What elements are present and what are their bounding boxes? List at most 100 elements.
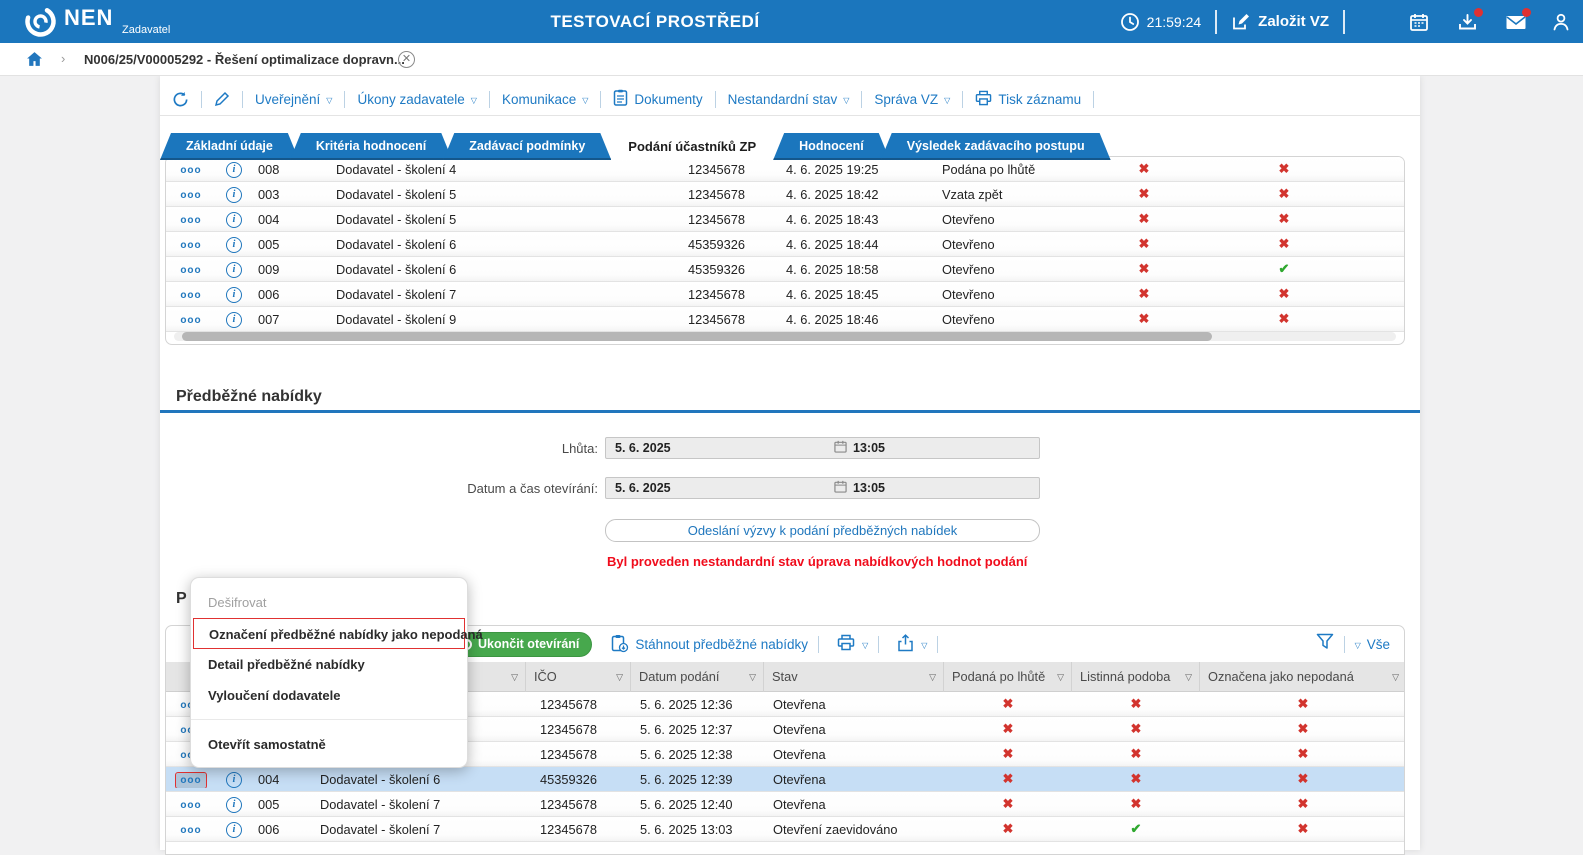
tab-hodnocen[interactable]: Hodnocení xyxy=(773,133,890,160)
row-actions-button[interactable]: ooo xyxy=(176,188,205,203)
toolbar-menu-spr-va-vz[interactable]: Správa VZ▽ xyxy=(874,92,950,107)
toolbar-menu-komunikace[interactable]: Komunikace▽ xyxy=(502,92,588,107)
horizontal-scrollbar[interactable] xyxy=(174,332,1396,341)
check-icon: ✔ xyxy=(1279,261,1290,276)
filter-dropdown-icon[interactable]: ▽ xyxy=(511,662,518,692)
column-header-i-o[interactable]: IČO▽ xyxy=(526,662,631,692)
toolbar-menu-tisk-z-znamu[interactable]: Tisk záznamu xyxy=(975,90,1081,109)
filter-funnel-icon[interactable] xyxy=(1316,633,1334,655)
tab-krit-ria-hodnocen[interactable]: Kritéria hodnocení xyxy=(290,133,452,160)
table-row[interactable]: oooi005Dodavatel - školení 7123456785. 6… xyxy=(166,792,1404,817)
filter-dropdown-icon[interactable]: ▽ xyxy=(929,662,936,692)
scrollbar-thumb[interactable] xyxy=(182,332,1212,341)
info-icon[interactable]: i xyxy=(226,187,242,203)
download-offers-button[interactable]: Stáhnout předběžné nabídky xyxy=(610,634,808,655)
table-row[interactable]: oooi004Dodavatel - školení 6453593265. 6… xyxy=(166,767,1404,792)
covered-section-heading: P xyxy=(176,590,187,608)
info-icon[interactable]: i xyxy=(226,822,242,838)
opening-field[interactable]: 5. 6. 2025 13:05 xyxy=(605,477,1040,499)
deadline-field[interactable]: 5. 6. 2025 13:05 xyxy=(605,437,1040,459)
filter-dropdown-icon[interactable]: ▽ xyxy=(1185,662,1192,692)
chevron-down-icon: ▽ xyxy=(471,96,477,105)
cross-icon: ✖ xyxy=(1139,186,1150,201)
column-header-stav[interactable]: Stav▽ xyxy=(764,662,944,692)
environment-title: TESTOVACÍ PROSTŘEDÍ xyxy=(550,12,759,32)
table-row[interactable]: oooi003Dodavatel - školení 5123456784. 6… xyxy=(166,182,1404,207)
filter-dropdown-icon[interactable]: ▽ xyxy=(1392,662,1399,692)
info-icon[interactable]: i xyxy=(226,772,242,788)
row-actions-button[interactable]: ooo xyxy=(176,213,205,228)
home-icon[interactable] xyxy=(26,51,43,68)
export-menu-button[interactable]: ▽ xyxy=(897,634,927,655)
row-actions-button[interactable]: ooo xyxy=(176,773,205,788)
screen: NEN Zadavatel TESTOVACÍ PROSTŘEDÍ 21:59:… xyxy=(0,0,1583,850)
row-actions-button[interactable]: ooo xyxy=(176,238,205,253)
info-icon[interactable]: i xyxy=(226,287,242,303)
column-header-podan-po-lh-t[interactable]: Podaná po lhůtě▽ xyxy=(944,662,1072,692)
calendar-button[interactable] xyxy=(1409,12,1429,32)
row-actions-button[interactable]: ooo xyxy=(176,798,205,813)
row-actions-button[interactable]: ooo xyxy=(176,163,205,178)
context-menu-item-otev-t-samostatn[interactable]: Otevřít samostatně xyxy=(191,729,467,760)
column-header-listinn-podoba[interactable]: Listinná podoba▽ xyxy=(1072,662,1200,692)
context-menu-item-detail-p-edb-n-nab-dky[interactable]: Detail předběžné nabídky xyxy=(191,649,467,680)
info-icon[interactable]: i xyxy=(226,797,242,813)
tab-v-sledek-zad-vac-ho-postupu[interactable]: Výsledek zadávacího postupu xyxy=(881,133,1111,160)
send-call-button[interactable]: Odeslání výzvy k podání předběžných nabí… xyxy=(605,519,1040,542)
tab-z-kladn-daje[interactable]: Základní údaje xyxy=(160,133,299,160)
messages-button[interactable] xyxy=(1505,12,1525,32)
info-icon[interactable]: i xyxy=(226,212,242,228)
nen-logo-icon[interactable] xyxy=(24,5,57,38)
row-actions-button[interactable]: ooo xyxy=(176,263,205,278)
toolbar-menu-uve-ejn-n[interactable]: Uveřejnění▽ xyxy=(255,92,332,107)
context-menu-item-ozna-en-p-edb-n-nab-dky-jako-nepodan[interactable]: Označení předběžné nabídky jako nepodaná xyxy=(193,618,465,649)
refresh-icon[interactable] xyxy=(172,91,189,108)
calendar-small-icon[interactable] xyxy=(834,480,847,496)
row-actions-button[interactable]: ooo xyxy=(176,823,205,838)
info-icon[interactable]: i xyxy=(226,262,242,278)
table-row[interactable]: oooi006Dodavatel - školení 7123456785. 6… xyxy=(166,817,1404,842)
opening-date-value[interactable]: 5. 6. 2025 xyxy=(606,481,671,495)
divider xyxy=(1343,10,1345,34)
info-icon[interactable]: i xyxy=(226,237,242,253)
toolbar-menu-kony-zadavatele[interactable]: Úkony zadavatele▽ xyxy=(357,92,476,107)
brand-name[interactable]: NEN xyxy=(64,5,113,31)
toolbar-menu-nestandardn-stav[interactable]: Nestandardní stav▽ xyxy=(728,92,850,107)
info-icon[interactable]: i xyxy=(226,312,242,328)
close-tab-icon[interactable]: ✕ xyxy=(398,51,415,68)
create-vz-button[interactable]: Založit VZ xyxy=(1231,12,1329,32)
calendar-small-icon[interactable] xyxy=(834,440,847,456)
info-icon[interactable]: i xyxy=(226,162,242,178)
tab-pod-n-astn-k-zp[interactable]: Podání účastníků ZP xyxy=(602,133,782,160)
table-row[interactable]: oooi006Dodavatel - školení 7123456784. 6… xyxy=(166,282,1404,307)
table-row[interactable]: oooi008Dodavatel - školení 4123456784. 6… xyxy=(166,157,1404,182)
tab-zad-vac-podm-nky[interactable]: Zadávací podmínky xyxy=(443,133,611,160)
filter-dropdown-icon[interactable]: ▽ xyxy=(616,662,623,692)
row-actions-button[interactable]: ooo xyxy=(176,288,205,303)
chevron-down-icon: ▽ xyxy=(326,96,332,105)
table-row[interactable]: oooi004Dodavatel - školení 5123456784. 6… xyxy=(166,207,1404,232)
column-header-ozna-ena-jako-nepodan[interactable]: Označena jako nepodaná▽ xyxy=(1200,662,1405,692)
table-row[interactable]: oooi007Dodavatel - školení 9123456784. 6… xyxy=(166,307,1404,332)
downloads-button[interactable] xyxy=(1457,12,1477,32)
column-header-datum-pod-n[interactable]: Datum podání▽ xyxy=(631,662,764,692)
deadline-time-value[interactable]: 13:05 xyxy=(853,441,885,455)
print-menu-button[interactable]: ▽ xyxy=(837,634,868,654)
chevron-down-icon: ▽ xyxy=(843,96,849,105)
cross-icon: ✖ xyxy=(1139,286,1150,301)
menu-hamburger-icon[interactable] xyxy=(1359,13,1381,30)
row-actions-button[interactable]: ooo xyxy=(176,313,205,328)
context-menu-item-vylou-en-dodavatele[interactable]: Vyloučení dodavatele xyxy=(191,680,467,711)
table-row[interactable]: oooi005Dodavatel - školení 6453593264. 6… xyxy=(166,232,1404,257)
filter-dropdown-icon[interactable]: ▽ xyxy=(1057,662,1064,692)
deadline-date-value[interactable]: 5. 6. 2025 xyxy=(606,441,671,455)
pencil-icon[interactable] xyxy=(214,91,230,107)
filter-dropdown-icon[interactable]: ▽ xyxy=(749,662,756,692)
opening-time-value[interactable]: 13:05 xyxy=(853,481,885,495)
user-profile-button[interactable] xyxy=(1551,12,1571,32)
cross-icon: ✖ xyxy=(1131,746,1142,761)
filter-all-dropdown[interactable]: ▽ Vše xyxy=(1355,637,1390,652)
breadcrumb-item[interactable]: N006/25/V00005292 - Řešení optimalizace … xyxy=(84,52,405,67)
toolbar-menu-dokumenty[interactable]: Dokumenty xyxy=(613,89,702,109)
table-row[interactable]: oooi009Dodavatel - školení 6453593264. 6… xyxy=(166,257,1404,282)
